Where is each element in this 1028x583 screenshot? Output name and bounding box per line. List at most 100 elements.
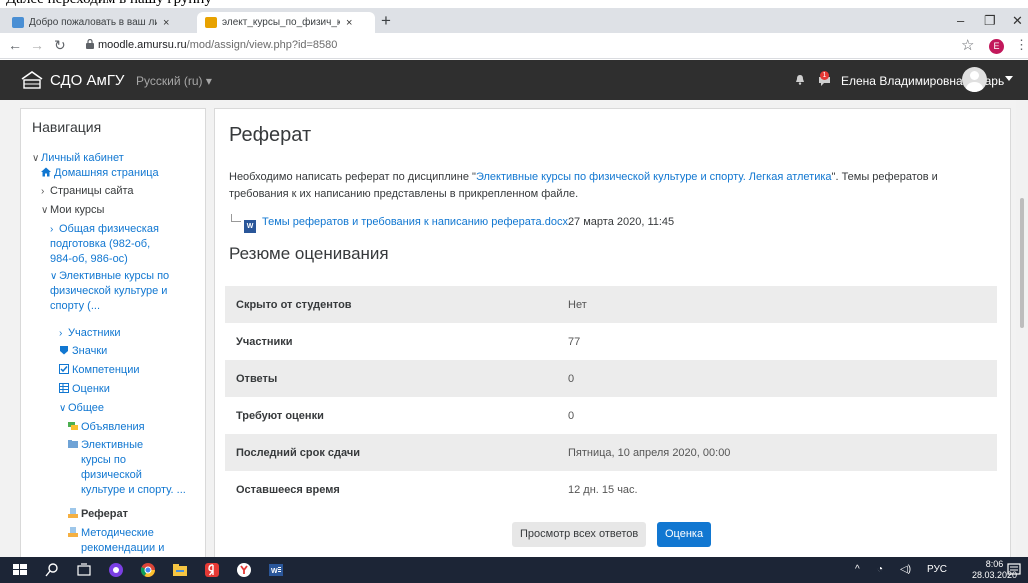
assignment-icon xyxy=(68,508,78,518)
nav-item-my-courses[interactable]: ∨ Мои курсы xyxy=(41,203,104,218)
nav-item-participants[interactable]: › Участники xyxy=(59,326,121,341)
close-tab-icon[interactable]: × xyxy=(346,17,352,29)
table-row: Ответы 0 xyxy=(225,360,997,397)
nav-item-competencies[interactable]: Компетенции xyxy=(59,363,140,378)
lock-icon xyxy=(86,39,94,49)
task-view-icon[interactable] xyxy=(76,562,92,578)
browser-tab-course[interactable]: элект_курсы_по_физич_культ_и × xyxy=(197,12,375,33)
language-menu[interactable]: Русский (ru) ▾ xyxy=(136,74,212,88)
cortana-app-icon[interactable] xyxy=(108,562,124,578)
grade-button[interactable]: Оценка xyxy=(657,522,712,547)
moodle-favicon-icon xyxy=(12,17,24,28)
assignment-icon xyxy=(68,527,78,537)
minimize-icon[interactable]: – xyxy=(957,13,964,28)
nav-item-referat-active[interactable]: Реферат xyxy=(68,507,128,522)
svg-text:W: W xyxy=(271,568,278,575)
row-value: 0 xyxy=(568,409,575,422)
navigation-title: Навигация xyxy=(32,119,102,135)
nav-item-course-electives[interactable]: ∨ Элективные курсы по физической культуре… xyxy=(50,269,169,314)
address-bar-row: ← → ↻ moodle.amursu.ru/mod/assign/view.p… xyxy=(0,33,1028,59)
close-tab-icon[interactable]: × xyxy=(163,17,169,29)
tab-title: Добро пожаловать в ваш личный xyxy=(29,17,157,28)
reload-icon[interactable]: ↻ xyxy=(54,37,66,54)
nav-item-badges[interactable]: Значки xyxy=(59,344,107,359)
nav-item-announcements[interactable]: Объявления xyxy=(68,420,145,435)
network-icon[interactable]: ◔ xyxy=(877,564,883,575)
scrollbar-thumb[interactable] xyxy=(1020,198,1024,328)
view-all-submissions-button[interactable]: Просмотр всех ответов xyxy=(512,522,647,547)
file-explorer-icon[interactable] xyxy=(172,562,188,578)
row-label: Участники xyxy=(236,335,293,348)
row-value: Пятница, 10 апреля 2020, 00:00 xyxy=(568,446,731,459)
forward-icon[interactable]: → xyxy=(30,37,44,53)
browser-menu-icon[interactable]: ⋮ xyxy=(1015,37,1028,53)
user-avatar[interactable] xyxy=(962,67,987,92)
collapse-caret-icon: › xyxy=(59,328,63,339)
grading-summary-table: Скрыто от студентов Нет Участники 77 Ответ… xyxy=(225,286,997,508)
word-icon[interactable]: W xyxy=(268,562,284,578)
document-caption: Далее переходим в нашу группу xyxy=(6,0,212,8)
chrome-icon[interactable] xyxy=(140,562,156,578)
bookmark-star-icon[interactable]: ☆ xyxy=(961,36,974,54)
windows-taskbar: W ^ ◔ ◁) РУС 8:06 28.03.2020 xyxy=(0,557,1028,583)
expand-caret-icon: ∨ xyxy=(41,205,49,216)
url-host: moodle.amursu.ru xyxy=(98,39,187,51)
table-row: Требуют оценки 0 xyxy=(225,397,997,434)
windows-start-icon[interactable] xyxy=(12,562,28,578)
nav-item-home[interactable]: Домашняя страница xyxy=(41,166,159,181)
collapse-caret-icon: › xyxy=(41,186,45,197)
tab-title: элект_курсы_по_физич_культ_и xyxy=(222,17,340,28)
nav-item-guidelines[interactable]: Методические рекомендации и xyxy=(68,526,164,556)
table-row: Последний срок сдачи Пятница, 10 апреля 2… xyxy=(225,434,997,471)
row-label: Требуют оценки xyxy=(236,409,324,422)
site-brand[interactable]: СДО АмГУ xyxy=(50,72,124,89)
page-scrollbar[interactable] xyxy=(1016,100,1028,557)
page-title: Реферат xyxy=(229,124,312,146)
nav-item-course-general-pt[interactable]: › Общая физическая подготовка (982-об, 98… xyxy=(50,222,159,267)
file-date: 27 марта 2020, 11:45 xyxy=(567,216,675,228)
browser-tab-bar: Добро пожаловать в ваш личный × элект_ку… xyxy=(0,8,1028,33)
amgu-logo-icon[interactable] xyxy=(21,70,43,90)
nav-item-site-pages[interactable]: › Страницы сайта xyxy=(41,184,134,199)
yandex-browser-icon[interactable] xyxy=(204,562,220,578)
yandex-icon[interactable] xyxy=(236,562,252,578)
user-menu-caret-icon[interactable] xyxy=(1005,76,1013,81)
volume-icon[interactable]: ◁) xyxy=(900,564,911,575)
course-link[interactable]: Элективные курсы по физической культуре … xyxy=(476,171,832,183)
navigation-block: Навигация ∨ Личный кабинет Домашняя стран… xyxy=(20,108,206,557)
nav-item-grades[interactable]: Оценки xyxy=(59,382,110,397)
messages-button[interactable]: 1 xyxy=(817,71,832,87)
attached-file-link[interactable]: Темы рефератов и требования к написанию … xyxy=(262,216,568,228)
input-language[interactable]: РУС xyxy=(927,564,947,575)
row-label: Ответы xyxy=(236,372,278,385)
new-tab-button[interactable]: + xyxy=(381,12,391,30)
row-label: Оставшееся время xyxy=(236,483,340,496)
close-window-icon[interactable]: ✕ xyxy=(1012,13,1023,29)
amgu-favicon-icon xyxy=(205,17,217,28)
nav-item-general-section[interactable]: ∨ Общее xyxy=(59,401,104,416)
table-row: Скрыто от студентов Нет xyxy=(225,286,997,323)
forum-icon xyxy=(68,422,78,430)
expand-caret-icon: ∨ xyxy=(32,153,40,164)
nav-item-dashboard[interactable]: ∨ Личный кабинет xyxy=(32,151,124,166)
url-input[interactable]: moodle.amursu.ru/mod/assign/view.php?id=… xyxy=(98,39,337,51)
search-icon[interactable] xyxy=(44,562,60,578)
notification-bell-icon[interactable] xyxy=(795,74,805,85)
browser-tab-welcome[interactable]: Добро пожаловать в ваш личный × xyxy=(4,12,194,33)
assignment-description: Необходимо написать реферат по дисциплин… xyxy=(229,171,938,200)
row-label: Последний срок сдачи xyxy=(236,446,360,459)
tree-connector xyxy=(231,214,241,222)
tray-overflow-icon[interactable]: ^ xyxy=(855,564,860,575)
site-navbar: СДО АмГУ Русский (ru) ▾ 1 Елена Владимир… xyxy=(0,60,1028,100)
restore-icon[interactable]: ❐ xyxy=(984,13,996,29)
expand-caret-icon: ∨ xyxy=(50,271,58,282)
grading-summary-heading: Резюме оценивания xyxy=(229,244,389,263)
action-center-icon[interactable] xyxy=(1006,562,1022,578)
checkbox-icon xyxy=(59,364,69,374)
collapse-caret-icon: › xyxy=(50,224,54,235)
back-icon[interactable]: ← xyxy=(8,37,22,53)
row-label: Скрыто от студентов xyxy=(236,298,352,311)
grades-table-icon xyxy=(59,383,69,393)
profile-avatar[interactable]: E xyxy=(989,39,1004,54)
nav-item-resource-folder[interactable]: Элективные курсы по физической культуре … xyxy=(68,438,186,498)
